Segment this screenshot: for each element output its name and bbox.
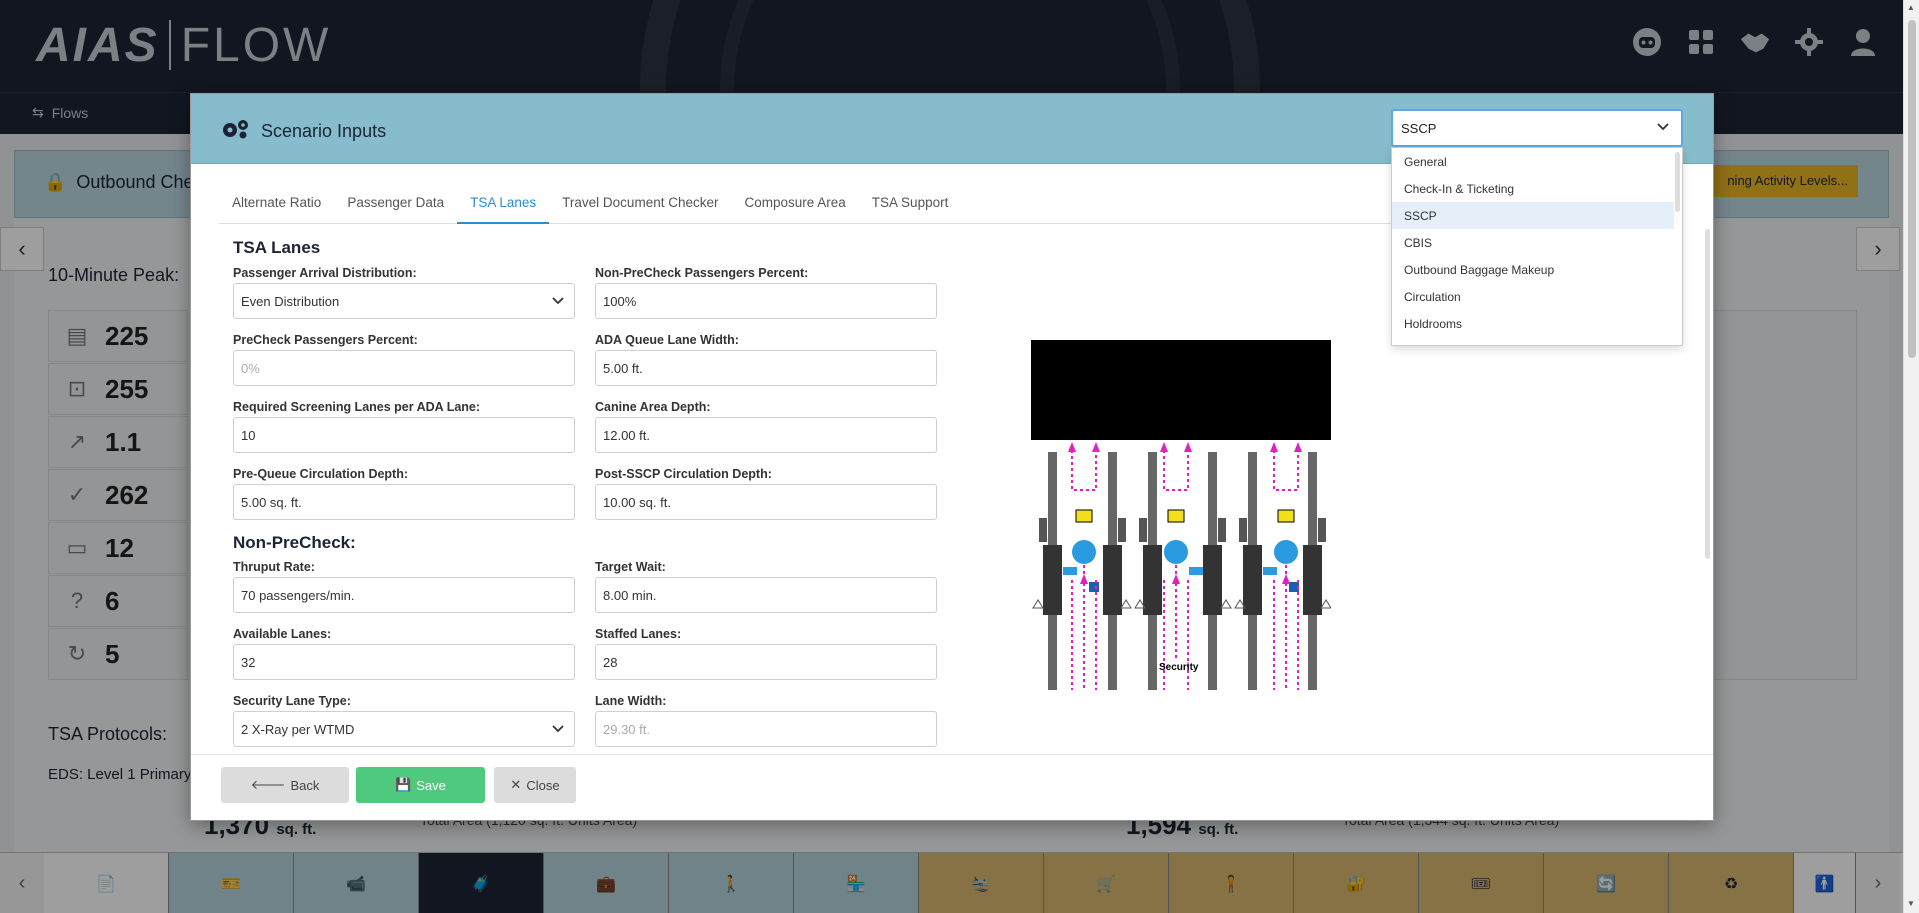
nonprecheck-percent-field: Non-PreCheck Passengers Percent: 100% (595, 266, 937, 319)
prequeue-depth-input[interactable]: 5.00 sq. ft. (233, 484, 575, 520)
staffed-lanes-field: Staffed Lanes: 28 (595, 627, 937, 680)
dropdown-option-sscp[interactable]: SSCP (1392, 202, 1674, 229)
page-scrollbar[interactable]: ▲ ▼ (1903, 0, 1919, 913)
diagram-header-block (1031, 340, 1331, 440)
scrollbar-thumb[interactable] (1908, 20, 1916, 358)
staffed-lanes-input[interactable]: 28 (595, 644, 937, 680)
dropdown-option-holdrooms[interactable]: Holdrooms (1392, 310, 1674, 337)
floppy-icon: 💾 (395, 777, 412, 792)
canine-depth-input[interactable]: 12.00 ft. (595, 417, 937, 453)
thruput-field: Thruput Rate: 70 passengers/min. (233, 560, 575, 613)
arrival-distribution-select[interactable]: Even Distribution (233, 283, 575, 319)
canine-depth-field: Canine Area Depth: 12.00 ft. (595, 400, 937, 453)
tab-composure-area[interactable]: Composure Area (731, 188, 858, 224)
lane-type-field: Security Lane Type: 2 X-Ray per WTMD (233, 694, 575, 747)
diagram-security-label: Security (1159, 662, 1199, 673)
section-dropdown-list: General Check-In & Ticketing SSCP CBIS O… (1391, 147, 1683, 346)
scroll-up-icon[interactable]: ▲ (1907, 3, 1915, 12)
nonprecheck-percent-input[interactable]: 100% (595, 283, 937, 319)
section-select-value: SSCP (1401, 121, 1437, 136)
available-lanes-field: Available Lanes: 32 (233, 627, 575, 680)
modal-header: Scenario Inputs SSCP General Check-In & … (191, 94, 1713, 346)
precheck-percent-input[interactable]: 0% (233, 350, 575, 386)
ada-width-input[interactable]: 5.00 ft. (595, 350, 937, 386)
precheck-percent-field: PreCheck Passengers Percent: 0% (233, 333, 575, 386)
ada-width-field: ADA Queue Lane Width: 5.00 ft. (595, 333, 937, 386)
lane-width-field: Lane Width: 29.30 ft. (595, 694, 937, 747)
arrival-distribution-label: Passenger Arrival Distribution: (233, 266, 417, 280)
arrow-left-icon: 🡐 (250, 777, 286, 792)
modal-title-text: Scenario Inputs (261, 121, 387, 141)
tab-alternate-ratio[interactable]: Alternate Ratio (219, 188, 334, 224)
dropdown-option-checkin[interactable]: Check-In & Ticketing (1392, 175, 1674, 202)
tab-travel-document-checker[interactable]: Travel Document Checker (549, 188, 731, 224)
prequeue-depth-field: Pre-Queue Circulation Depth: 5.00 sq. ft… (233, 467, 575, 520)
thruput-input[interactable]: 70 passengers/min. (233, 577, 575, 613)
close-icon: ✕ (510, 777, 522, 792)
dropdown-option-cbis[interactable]: CBIS (1392, 229, 1674, 256)
section-select[interactable]: SSCP (1391, 109, 1683, 147)
target-wait-field: Target Wait: 8.00 min. (595, 560, 937, 613)
tab-tsa-support[interactable]: TSA Support (859, 188, 962, 224)
chevron-down-icon (552, 294, 564, 309)
arrival-distribution-field: Passenger Arrival Distribution: Even Dis… (233, 266, 575, 319)
scenario-inputs-modal: Scenario Inputs SSCP General Check-In & … (190, 93, 1714, 821)
target-wait-input[interactable]: 8.00 min. (595, 577, 937, 613)
lane-type-select[interactable]: 2 X-Ray per WTMD (233, 711, 575, 747)
postsscp-depth-field: Post-SSCP Circulation Depth: 10.00 sq. f… (595, 467, 937, 520)
chevron-down-icon (552, 722, 564, 737)
modal-scrollbar[interactable] (1705, 229, 1710, 559)
sscp-lane-diagram: Security (1031, 340, 1332, 690)
back-button[interactable]: 🡐 Back (221, 767, 349, 803)
scroll-down-icon[interactable]: ▼ (1907, 899, 1915, 908)
modal-footer: 🡐 Back 💾 Save ✕ Close (191, 754, 1713, 820)
required-lanes-input[interactable]: 10 (233, 417, 575, 453)
lane-group (1032, 442, 1332, 690)
dropdown-option-baggage-makeup[interactable]: Outbound Baggage Makeup (1392, 256, 1674, 283)
available-lanes-input[interactable]: 32 (233, 644, 575, 680)
tab-passenger-data[interactable]: Passenger Data (334, 188, 457, 224)
gears-icon (221, 118, 251, 145)
tab-tsa-lanes[interactable]: TSA Lanes (457, 188, 550, 224)
close-button[interactable]: ✕ Close (494, 767, 576, 803)
dropdown-option-circulation[interactable]: Circulation (1392, 283, 1674, 310)
required-lanes-field: Required Screening Lanes per ADA Lane: 1… (233, 400, 575, 453)
modal-title: Scenario Inputs (221, 118, 386, 145)
section-title-nonprecheck: Non-PreCheck: (233, 533, 356, 552)
dropdown-scrollbar[interactable] (1675, 152, 1680, 212)
save-button[interactable]: 💾 Save (356, 767, 485, 803)
postsscp-depth-input[interactable]: 10.00 sq. ft. (595, 484, 937, 520)
section-title-tsa-lanes: TSA Lanes (233, 238, 321, 257)
chevron-down-icon (1657, 120, 1669, 135)
lane-width-input[interactable]: 29.30 ft. (595, 711, 937, 747)
dropdown-option-general[interactable]: General (1392, 148, 1674, 175)
